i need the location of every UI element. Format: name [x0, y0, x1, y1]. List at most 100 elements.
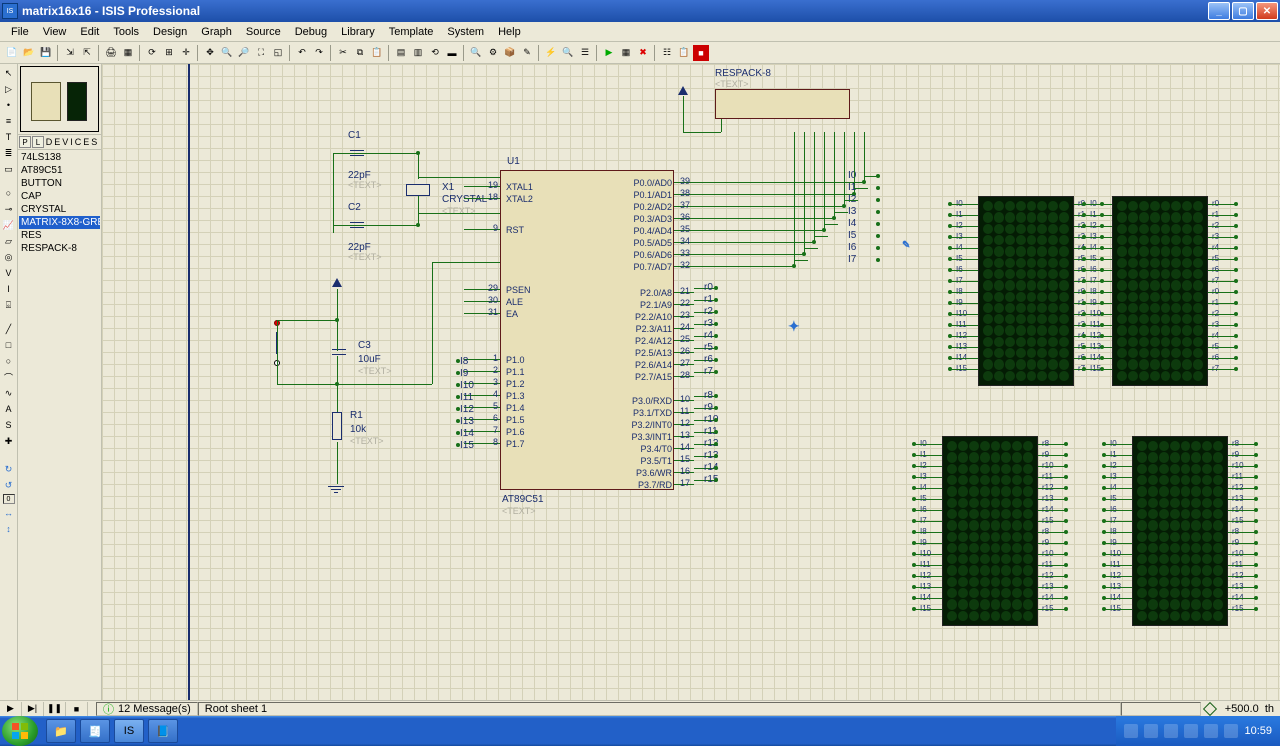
- led-matrix-2[interactable]: [1112, 196, 1208, 386]
- menu-graph[interactable]: Graph: [194, 24, 239, 40]
- component-mode-icon[interactable]: ▷: [2, 82, 16, 96]
- block-delete-icon[interactable]: ▬: [444, 45, 460, 61]
- device-list[interactable]: 74LS138 AT89C51 BUTTON CAP CRYSTAL MATRI…: [18, 150, 101, 256]
- subcircuit-icon[interactable]: ▭: [2, 162, 16, 176]
- pan-icon[interactable]: ✥: [202, 45, 218, 61]
- export-icon[interactable]: ⇱: [79, 45, 95, 61]
- property-icon[interactable]: ☰: [577, 45, 593, 61]
- angle-input[interactable]: 0: [3, 494, 15, 504]
- menu-library[interactable]: Library: [334, 24, 382, 40]
- redo-icon[interactable]: ↷: [311, 45, 327, 61]
- circle-icon[interactable]: ○: [2, 354, 16, 368]
- tray-icon[interactable]: [1184, 724, 1198, 738]
- decompose-icon[interactable]: ✎: [519, 45, 535, 61]
- marker-icon[interactable]: ✚: [2, 434, 16, 448]
- tray-icon[interactable]: [1124, 724, 1138, 738]
- refresh-icon[interactable]: ⟳: [144, 45, 160, 61]
- flip-v-icon[interactable]: ↕: [2, 522, 16, 536]
- stop-button[interactable]: ■: [66, 702, 88, 716]
- path-icon[interactable]: ∿: [2, 386, 16, 400]
- close-button[interactable]: ✕: [1256, 2, 1278, 20]
- play-button[interactable]: ▶: [0, 702, 22, 716]
- arc-icon[interactable]: ⌒: [2, 370, 16, 384]
- menu-design[interactable]: Design: [146, 24, 194, 40]
- menu-tools[interactable]: Tools: [106, 24, 146, 40]
- led-matrix-3[interactable]: [942, 436, 1038, 626]
- device-item[interactable]: BUTTON: [19, 177, 100, 190]
- schematic-canvas[interactable]: U1 AT89C51 <TEXT> C1 22pF <TEXT> C2 22pF…: [102, 64, 1280, 700]
- device-item[interactable]: AT89C51: [19, 164, 100, 177]
- import-icon[interactable]: ⇲: [62, 45, 78, 61]
- clock[interactable]: 10:59: [1244, 725, 1272, 737]
- bom-icon[interactable]: ☷: [659, 45, 675, 61]
- zoom-all-icon[interactable]: ⛶: [253, 45, 269, 61]
- start-button[interactable]: [2, 716, 38, 746]
- menu-system[interactable]: System: [440, 24, 491, 40]
- device-item[interactable]: RES: [19, 229, 100, 242]
- device-item[interactable]: RESPACK-8: [19, 242, 100, 255]
- task-explorer[interactable]: 📁: [46, 719, 76, 743]
- respack-body[interactable]: [715, 89, 850, 119]
- pause-button[interactable]: ❚❚: [44, 702, 66, 716]
- task-app-2[interactable]: 📘: [148, 719, 178, 743]
- instrument-icon[interactable]: ⌺: [2, 298, 16, 312]
- line-icon[interactable]: ╱: [2, 322, 16, 336]
- symbol-icon[interactable]: S: [2, 418, 16, 432]
- tray-icon[interactable]: [1144, 724, 1158, 738]
- messages-status[interactable]: ⓘ 12 Message(s): [96, 702, 198, 716]
- pin-icon[interactable]: ⊸: [2, 202, 16, 216]
- r1-body[interactable]: [332, 412, 342, 440]
- c3-body[interactable]: [332, 349, 346, 355]
- probe-i-icon[interactable]: I: [2, 282, 16, 296]
- task-isis[interactable]: IS: [114, 719, 144, 743]
- open-file-icon[interactable]: 📂: [21, 45, 37, 61]
- device-item[interactable]: 74LS138: [19, 151, 100, 164]
- menu-source[interactable]: Source: [239, 24, 288, 40]
- task-app-1[interactable]: 🧾: [80, 719, 110, 743]
- search-icon[interactable]: 🔍: [560, 45, 576, 61]
- library-button[interactable]: L: [32, 136, 44, 148]
- led-matrix-1[interactable]: [978, 196, 1074, 386]
- menu-help[interactable]: Help: [491, 24, 528, 40]
- erc-icon[interactable]: ▶: [601, 45, 617, 61]
- block-move-icon[interactable]: ▥: [410, 45, 426, 61]
- origin-icon[interactable]: ✛: [178, 45, 194, 61]
- tray-icon[interactable]: [1204, 724, 1218, 738]
- make-device-icon[interactable]: ⚙: [485, 45, 501, 61]
- cut-icon[interactable]: ✂: [335, 45, 351, 61]
- netlist-icon[interactable]: ▦: [618, 45, 634, 61]
- text-script-icon[interactable]: T: [2, 130, 16, 144]
- terminal-icon[interactable]: ○: [2, 186, 16, 200]
- print-icon[interactable]: 🖨: [103, 45, 119, 61]
- text-icon[interactable]: A: [2, 402, 16, 416]
- device-item[interactable]: CAP: [19, 190, 100, 203]
- tray-icon[interactable]: [1164, 724, 1178, 738]
- undo-icon[interactable]: ↶: [294, 45, 310, 61]
- bus-icon[interactable]: ≣: [2, 146, 16, 160]
- menu-template[interactable]: Template: [382, 24, 441, 40]
- pick-icon[interactable]: 🔍: [468, 45, 484, 61]
- zoom-in-icon[interactable]: 🔍: [219, 45, 235, 61]
- flip-h-icon[interactable]: ↔: [2, 506, 16, 520]
- print-area-icon[interactable]: ▦: [120, 45, 136, 61]
- save-icon[interactable]: 💾: [38, 45, 54, 61]
- block-copy-icon[interactable]: ▤: [393, 45, 409, 61]
- block-rotate-icon[interactable]: ⟲: [427, 45, 443, 61]
- new-file-icon[interactable]: 📄: [4, 45, 20, 61]
- paste-icon[interactable]: 📋: [369, 45, 385, 61]
- report-icon[interactable]: 📋: [676, 45, 692, 61]
- pick-device-button[interactable]: P: [19, 136, 31, 148]
- generator-icon[interactable]: ◎: [2, 250, 16, 264]
- box-icon[interactable]: □: [2, 338, 16, 352]
- menu-edit[interactable]: Edit: [73, 24, 106, 40]
- probe-v-icon[interactable]: V: [2, 266, 16, 280]
- minimize-button[interactable]: _: [1208, 2, 1230, 20]
- menu-file[interactable]: File: [4, 24, 36, 40]
- zoom-out-icon[interactable]: 🔎: [236, 45, 252, 61]
- device-item[interactable]: CRYSTAL: [19, 203, 100, 216]
- tape-icon[interactable]: ▱: [2, 234, 16, 248]
- maximize-button[interactable]: ▢: [1232, 2, 1254, 20]
- tray-icon[interactable]: [1224, 724, 1238, 738]
- copy-icon[interactable]: ⧉: [352, 45, 368, 61]
- menu-debug[interactable]: Debug: [288, 24, 334, 40]
